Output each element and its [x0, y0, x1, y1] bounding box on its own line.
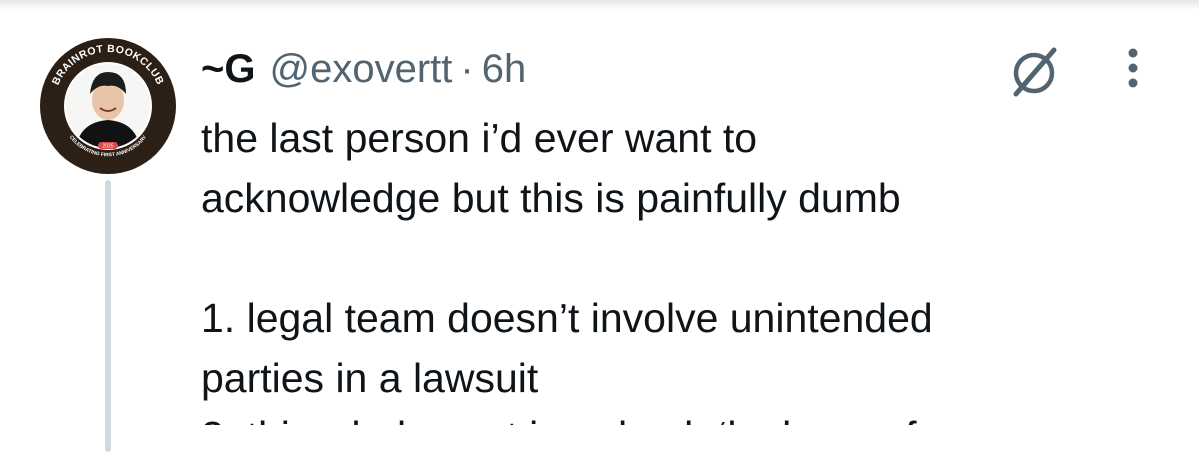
separator-dot: · — [460, 46, 474, 91]
avatar[interactable]: BRAINROT BOOKCLUB CELEBRATING FIRST ANNI… — [38, 36, 178, 176]
tweet-line-2: acknowledge but this is painfully dumb — [201, 175, 901, 221]
tweet-header: ~G @exovertt · 6h — [201, 40, 526, 98]
more-dots-icon[interactable] — [1118, 44, 1148, 96]
thread-line — [105, 180, 111, 452]
tweet-line-6: 2. this whole post is a dumb ‘look over … — [201, 408, 1161, 425]
tweet-text: the last person i’d ever want to acknowl… — [201, 108, 1161, 425]
tweet-line-5: parties in a lawsuit — [201, 355, 539, 401]
top-divider — [0, 0, 1199, 10]
tweet-line-6-clipped: 2. this whole post is a dumb ‘look over … — [201, 408, 1161, 425]
tweet-line-1: the last person i’d ever want to — [201, 115, 758, 161]
tweet-line-4: 1. legal team doesn’t involve unintended — [201, 295, 933, 341]
user-handle[interactable]: @exovertt — [269, 47, 452, 92]
badge-year: 2025 — [102, 144, 113, 150]
tweet-line-blank — [201, 228, 1161, 288]
display-name[interactable]: ~G — [201, 47, 255, 92]
grok-icon[interactable] — [1004, 44, 1064, 100]
timestamp[interactable]: 6h — [482, 47, 527, 92]
